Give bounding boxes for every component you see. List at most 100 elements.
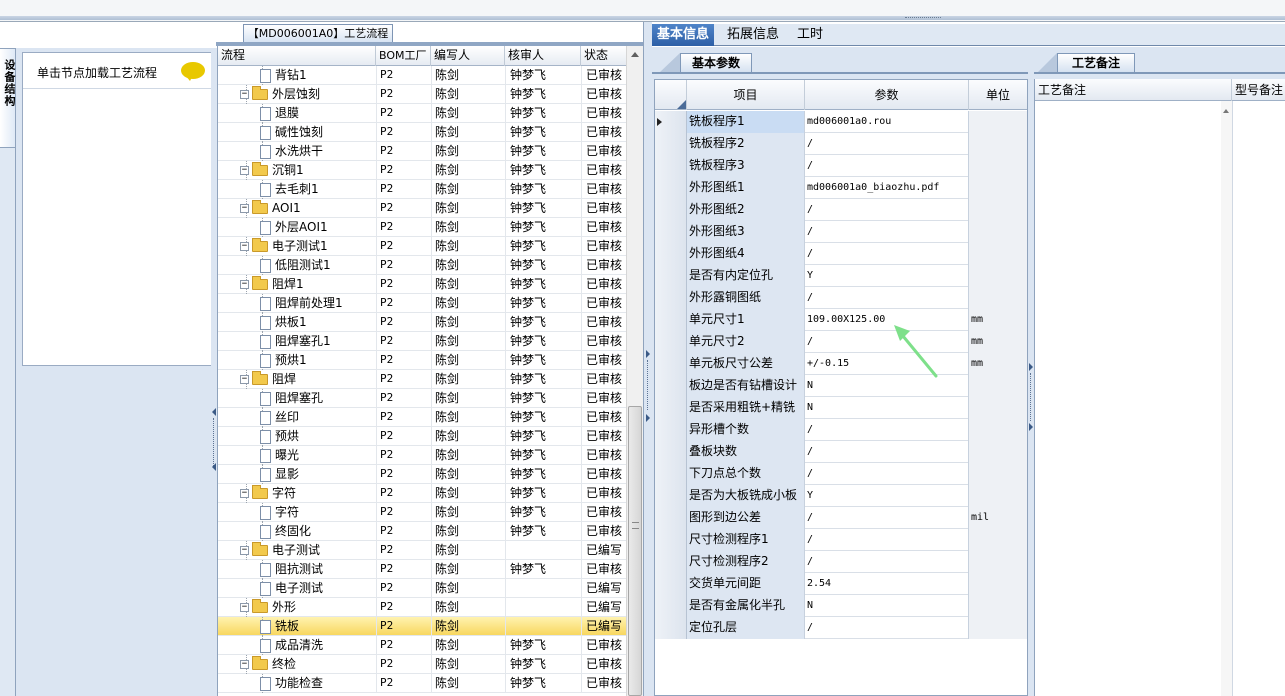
scroll-up-icon[interactable] — [1223, 109, 1229, 113]
scroll-up-icon[interactable] — [631, 52, 639, 57]
tree-node[interactable]: 阻焊前处理1 — [260, 294, 376, 313]
scroll-thumb[interactable] — [628, 406, 642, 696]
col-param[interactable]: 参数 — [805, 80, 969, 110]
collapse-node-icon[interactable]: − — [240, 166, 249, 175]
tree-node[interactable]: − AOI1 — [240, 199, 376, 218]
collapse-node-icon[interactable]: − — [240, 242, 249, 251]
param-unit[interactable] — [969, 485, 1027, 507]
param-row[interactable]: 尺寸检测程序1/ — [655, 529, 1027, 551]
tab-work-hours[interactable]: 工时 — [792, 24, 828, 46]
param-row[interactable]: 铣板程序3/ — [655, 155, 1027, 177]
row-header[interactable] — [655, 485, 687, 507]
collapse-right-icon[interactable] — [1029, 423, 1033, 431]
param-row[interactable]: 交货单元间距 2.54 — [655, 573, 1027, 595]
splitter-grip[interactable] — [647, 360, 649, 410]
tree-row[interactable]: 退膜 P2 陈剑 钟梦飞 已审核 — [218, 104, 627, 123]
param-unit[interactable] — [969, 441, 1027, 463]
collapse-left-icon[interactable] — [212, 408, 216, 416]
param-unit[interactable] — [969, 287, 1027, 309]
param-row[interactable]: 单元板尺寸公差 +/-0.15 mm — [655, 353, 1027, 375]
param-value[interactable]: / — [805, 155, 969, 177]
tree-row[interactable]: 烘板1 P2 陈剑 钟梦飞 已审核 — [218, 313, 627, 332]
row-header[interactable] — [655, 177, 687, 199]
tree-row[interactable]: 电子测试 P2 陈剑 已编写 — [218, 579, 627, 598]
param-row[interactable]: 单元尺寸1 109.00X125.00 mm — [655, 309, 1027, 331]
tree-node[interactable]: 背钻1 — [260, 66, 376, 85]
param-value[interactable]: / — [805, 551, 969, 573]
param-unit[interactable] — [969, 551, 1027, 573]
param-row[interactable]: 板边是否有钻槽设计 N — [655, 375, 1027, 397]
param-unit[interactable] — [969, 243, 1027, 265]
splitter-grip[interactable] — [1030, 373, 1032, 421]
param-value[interactable]: / — [805, 287, 969, 309]
param-unit[interactable] — [969, 573, 1027, 595]
tree-row[interactable]: − 外层蚀刻 P2 陈剑 钟梦飞 已审核 — [218, 85, 627, 104]
row-header[interactable] — [655, 397, 687, 419]
tree-row[interactable]: 预烘1 P2 陈剑 钟梦飞 已审核 — [218, 351, 627, 370]
param-row[interactable]: 是否有金属化半孔 N — [655, 595, 1027, 617]
row-header[interactable] — [655, 199, 687, 221]
col-status[interactable]: 状态 — [581, 46, 627, 66]
row-header[interactable] — [655, 463, 687, 485]
tree-node[interactable]: 烘板1 — [260, 313, 376, 332]
param-row[interactable]: 外形图纸2/ — [655, 199, 1027, 221]
param-row[interactable]: 铣板程序1 md006001a0.rou — [655, 111, 1027, 133]
tree-row[interactable]: 低阻测试1 P2 陈剑 钟梦飞 已审核 — [218, 256, 627, 275]
row-header[interactable] — [655, 595, 687, 617]
tree-node[interactable]: − 外层蚀刻 — [240, 85, 376, 104]
param-unit[interactable]: mm — [969, 353, 1027, 375]
splitter-grip[interactable] — [213, 418, 215, 468]
tree-node[interactable]: − 阻焊 — [240, 370, 376, 389]
param-row[interactable]: 铣板程序2/ — [655, 133, 1027, 155]
param-row[interactable]: 外形图纸3/ — [655, 221, 1027, 243]
col-flow[interactable]: 流程 — [218, 46, 376, 66]
process-tree-grid[interactable]: 流程 BOM工厂 编写人 核审人 状态 背钻1 P2 陈剑 钟梦飞 已审核 − 外层蚀刻 P2… — [217, 46, 643, 696]
collapse-node-icon[interactable]: − — [240, 546, 249, 555]
row-header[interactable] — [655, 419, 687, 441]
collapse-node-icon[interactable]: − — [240, 90, 249, 99]
tree-node[interactable]: 铣板 — [260, 617, 376, 636]
top-splitter[interactable] — [0, 16, 1285, 20]
row-header[interactable] — [655, 507, 687, 529]
side-tab-equipment[interactable]: 设备结构 — [0, 48, 16, 148]
row-header[interactable] — [655, 221, 687, 243]
row-header[interactable] — [655, 529, 687, 551]
tree-node[interactable]: 碱性蚀刻 — [260, 123, 376, 142]
param-value[interactable]: N — [805, 595, 969, 617]
param-value[interactable]: md006001a0_biaozhu.pdf — [805, 177, 969, 199]
param-row[interactable]: 尺寸检测程序2/ — [655, 551, 1027, 573]
tree-node[interactable]: 成品清洗 — [260, 636, 376, 655]
collapse-node-icon[interactable]: − — [240, 375, 249, 384]
tree-node[interactable]: 水洗烘干 — [260, 142, 376, 161]
tree-row[interactable]: 外层AOI1 P2 陈剑 钟梦飞 已审核 — [218, 218, 627, 237]
param-value[interactable]: / — [805, 243, 969, 265]
row-header-corner[interactable] — [655, 80, 687, 110]
tree-row[interactable]: 阻焊前处理1 P2 陈剑 钟梦飞 已审核 — [218, 294, 627, 313]
param-unit[interactable] — [969, 419, 1027, 441]
tree-node[interactable]: 预烘1 — [260, 351, 376, 370]
param-unit[interactable] — [969, 463, 1027, 485]
param-row[interactable]: 是否有内定位孔 Y — [655, 265, 1027, 287]
row-header[interactable] — [655, 111, 687, 133]
param-row[interactable]: 是否为大板铣成小板 Y — [655, 485, 1027, 507]
param-value[interactable]: / — [805, 441, 969, 463]
param-unit[interactable] — [969, 111, 1027, 133]
param-row[interactable]: 下刀点总个数 / — [655, 463, 1027, 485]
tree-row[interactable]: 阻抗测试 P2 陈剑 钟梦飞 已审核 — [218, 560, 627, 579]
row-header[interactable] — [655, 353, 687, 375]
tree-row[interactable]: − 电子测试 P2 陈剑 已编写 — [218, 541, 627, 560]
tree-row[interactable]: 去毛刺1 P2 陈剑 钟梦飞 已审核 — [218, 180, 627, 199]
param-row[interactable]: 是否采用粗铣+精铣 N — [655, 397, 1027, 419]
param-unit[interactable] — [969, 375, 1027, 397]
tab-process-notes[interactable]: 工艺备注 — [1037, 53, 1135, 73]
tree-node[interactable]: 外层AOI1 — [260, 218, 376, 237]
param-value[interactable]: / — [805, 617, 969, 639]
param-value[interactable]: Y — [805, 265, 969, 287]
tree-node[interactable]: 退膜 — [260, 104, 376, 123]
param-value[interactable]: / — [805, 529, 969, 551]
tree-node[interactable]: − 电子测试1 — [240, 237, 376, 256]
row-header[interactable] — [655, 441, 687, 463]
param-unit[interactable] — [969, 529, 1027, 551]
row-header[interactable] — [655, 133, 687, 155]
tree-node[interactable]: − 字符 — [240, 484, 376, 503]
